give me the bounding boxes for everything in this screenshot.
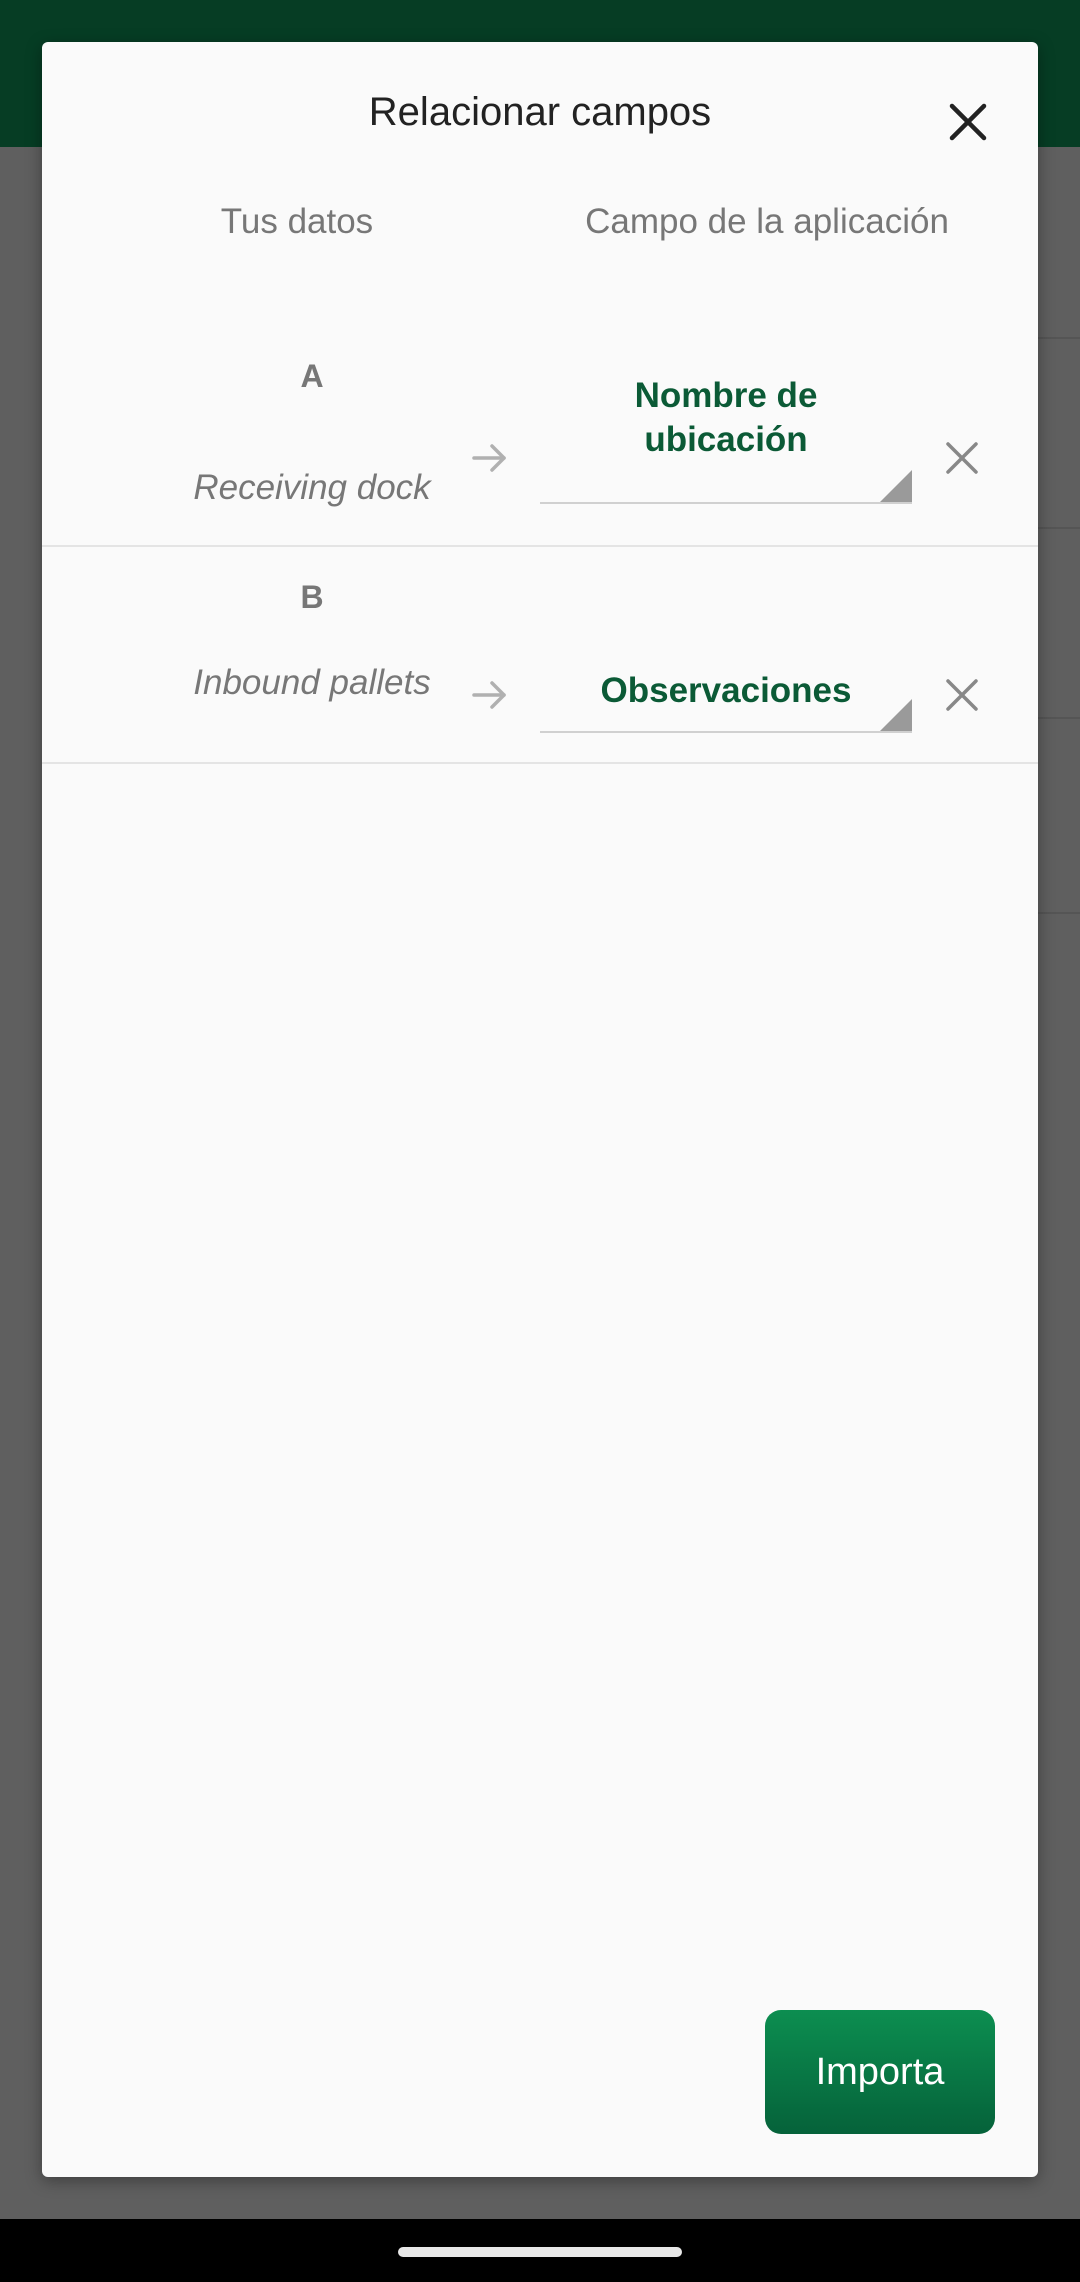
remove-x-icon[interactable] [940,436,984,480]
arrow-right-icon [472,444,506,472]
column-letter: A [300,358,324,394]
column-header-app-field: Campo de la aplicación [585,202,949,241]
close-icon [949,103,987,141]
arrow-right-icon [472,681,506,709]
column-header-your-data: Tus datos [220,202,374,241]
sample-value: Receiving dock [193,468,431,507]
home-indicator[interactable] [398,2247,682,2257]
map-fields-dialog: Relacionar campos Tus datos Campo de la … [42,42,1038,2177]
mapping-row: A Receiving dock Nombre de ubicación [42,292,1038,547]
import-button[interactable]: Importa [765,2010,995,2134]
dropdown-corner-icon [880,699,912,731]
column-letter: B [300,579,324,615]
sample-value: Inbound pallets [193,663,431,702]
dropdown-corner-icon [880,470,912,502]
app-field-value-line2: ubicación [644,420,808,459]
app-field-value-line1: Observaciones [600,671,852,710]
close-button[interactable] [938,92,998,152]
app-field-value-line1: Nombre de [634,376,818,415]
app-field-select[interactable]: Nombre de ubicación [540,366,912,504]
dialog-title: Relacionar campos [368,90,712,134]
mapping-row: B Inbound pallets Observaciones [42,547,1038,764]
app-field-select[interactable]: Observaciones [540,651,912,733]
remove-x-icon[interactable] [940,673,984,717]
